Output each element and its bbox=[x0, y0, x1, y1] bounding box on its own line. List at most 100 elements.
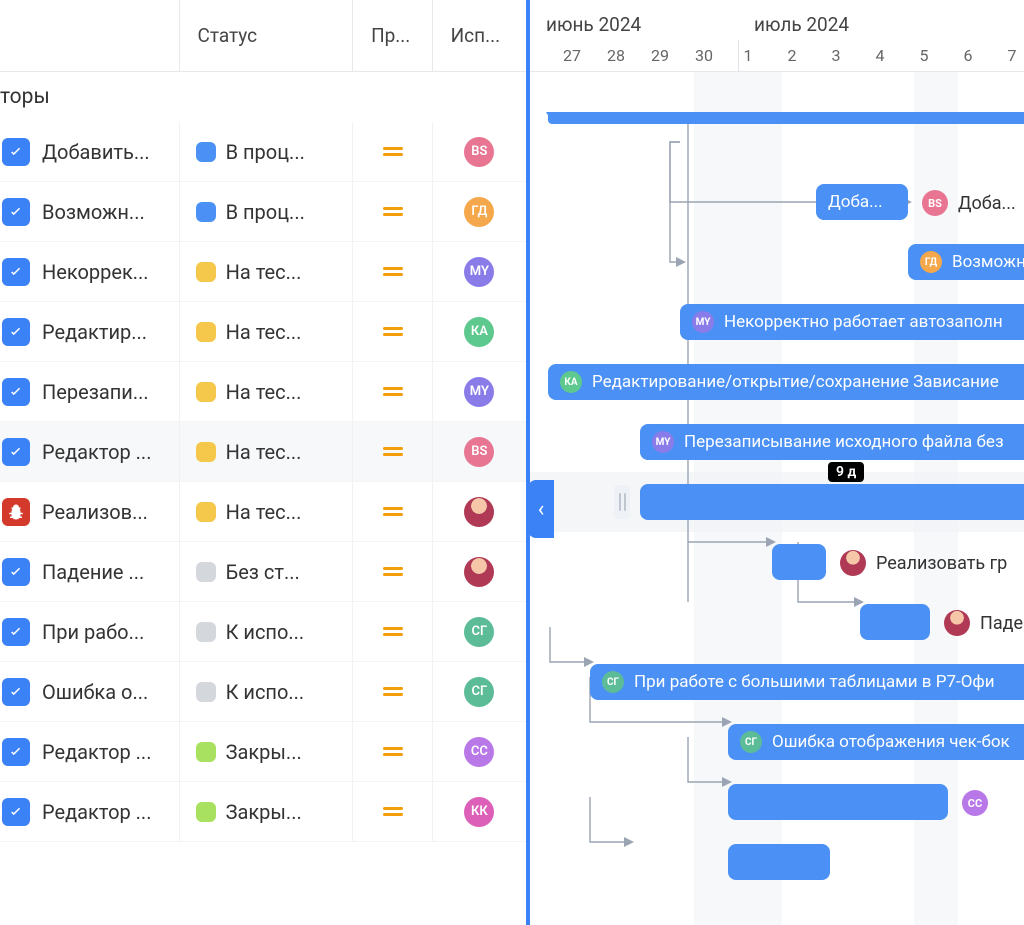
priority-cell[interactable] bbox=[352, 662, 431, 722]
status-cell[interactable]: Без ст... bbox=[179, 542, 353, 602]
gantt-bar[interactable] bbox=[640, 484, 1024, 520]
priority-cell[interactable] bbox=[352, 422, 431, 482]
day-cell[interactable]: 28 bbox=[594, 40, 638, 71]
gantt-bar[interactable]: MYНекорректно работает автозаполн bbox=[680, 304, 1024, 340]
name-cell[interactable]: Добавить... bbox=[0, 122, 179, 182]
day-cell[interactable]: 7 bbox=[990, 40, 1024, 71]
priority-cell[interactable] bbox=[352, 602, 431, 662]
status-cell[interactable]: К испо... bbox=[179, 602, 353, 662]
day-cell[interactable]: 5 bbox=[902, 40, 946, 71]
day-cell[interactable]: 4 bbox=[858, 40, 902, 71]
executor-cell[interactable]: MY bbox=[432, 362, 526, 422]
gantt-bar[interactable]: СГПри работе с большими таблицами в Р7-О… bbox=[590, 664, 1024, 700]
gantt-group-row bbox=[530, 72, 1024, 172]
priority-cell[interactable] bbox=[352, 722, 431, 782]
priority-cell[interactable] bbox=[352, 302, 431, 362]
priority-cell[interactable] bbox=[352, 242, 431, 302]
status-cell[interactable]: На тес... bbox=[179, 362, 353, 422]
executor-cell[interactable]: СГ bbox=[432, 602, 526, 662]
table-row[interactable]: Редактор ... Закры... СС bbox=[0, 722, 526, 782]
column-status[interactable]: Статус bbox=[179, 0, 353, 71]
status-cell[interactable]: Закры... bbox=[179, 782, 353, 842]
executor-cell[interactable]: КК bbox=[432, 782, 526, 842]
column-priority[interactable]: Пр... bbox=[352, 0, 432, 71]
gantt-bar[interactable] bbox=[860, 604, 930, 640]
name-cell[interactable]: Редактор ... bbox=[0, 722, 179, 782]
table-row[interactable]: Падение ...Без ст... bbox=[0, 542, 526, 602]
executor-cell[interactable]: MY bbox=[432, 242, 526, 302]
executor-cell[interactable] bbox=[432, 542, 526, 602]
gantt-bar[interactable] bbox=[772, 544, 826, 580]
avatar: BS bbox=[464, 437, 494, 467]
priority-cell[interactable] bbox=[352, 362, 431, 422]
gantt-bar[interactable]: Доба... bbox=[816, 184, 908, 220]
executor-cell[interactable] bbox=[432, 482, 526, 542]
name-cell[interactable]: Ошибка о... bbox=[0, 662, 179, 722]
priority-cell[interactable] bbox=[352, 122, 431, 182]
day-cell[interactable]: 29 bbox=[638, 40, 682, 71]
gantt-bar[interactable]: ГДВозможн bbox=[908, 244, 1024, 280]
status-cell[interactable]: На тес... bbox=[179, 242, 353, 302]
table-row[interactable]: Перезапи...На тес... MY bbox=[0, 362, 526, 422]
day-cell[interactable]: 1 bbox=[726, 40, 770, 71]
avatar: КА bbox=[464, 317, 494, 347]
collapse-panel-button[interactable]: ‹ bbox=[530, 480, 554, 538]
executor-cell[interactable]: СГ bbox=[432, 662, 526, 722]
priority-cell[interactable] bbox=[352, 542, 431, 602]
executor-cell[interactable]: ГД bbox=[432, 182, 526, 242]
table-row[interactable]: Редактир...На тес... КА bbox=[0, 302, 526, 362]
table-row[interactable]: Возможн...В проц... ГД bbox=[0, 182, 526, 242]
status-cell[interactable]: На тес... bbox=[179, 482, 353, 542]
column-executor[interactable]: Исп... bbox=[432, 0, 526, 71]
status-dot bbox=[196, 202, 216, 222]
bar-resize-handle[interactable] bbox=[614, 485, 630, 519]
name-cell[interactable]: Падение ... bbox=[0, 542, 179, 602]
name-cell[interactable]: Редактир... bbox=[0, 302, 179, 362]
avatar: BS bbox=[464, 137, 494, 167]
day-cell[interactable]: 6 bbox=[946, 40, 990, 71]
name-cell[interactable]: Возможн... bbox=[0, 182, 179, 242]
name-cell[interactable]: Реализов... bbox=[0, 482, 179, 542]
gantt-bar[interactable]: MYПерезаписывание исходного файла без bbox=[640, 424, 1024, 460]
status-cell[interactable]: Закры... bbox=[179, 722, 353, 782]
status-cell[interactable]: На тес... bbox=[179, 422, 353, 482]
group-row[interactable]: торы bbox=[0, 72, 526, 122]
day-cell[interactable]: 30 bbox=[682, 40, 726, 71]
name-cell[interactable]: Перезапи... bbox=[0, 362, 179, 422]
name-cell[interactable]: Редактор ... bbox=[0, 782, 179, 842]
gantt-bar[interactable]: СГОшибка отображения чек-бок bbox=[728, 724, 1024, 760]
executor-cell[interactable]: СС bbox=[432, 722, 526, 782]
table-row[interactable]: Редактор ...Закры... КК bbox=[0, 782, 526, 842]
table-row[interactable]: Ошибка о...К испо... СГ bbox=[0, 662, 526, 722]
table-row[interactable]: Некоррек...На тес... MY bbox=[0, 242, 526, 302]
name-cell[interactable]: Некоррек... bbox=[0, 242, 179, 302]
executor-cell[interactable]: BS bbox=[432, 122, 526, 182]
name-cell[interactable]: При рабо... bbox=[0, 602, 179, 662]
gantt-row: Доба... BSДоба... bbox=[530, 172, 1024, 232]
column-name[interactable] bbox=[0, 0, 179, 71]
name-cell[interactable]: Редактор ... bbox=[0, 422, 179, 482]
priority-cell[interactable] bbox=[352, 182, 431, 242]
group-summary-bar[interactable] bbox=[548, 112, 1024, 124]
table-row[interactable]: При рабо...К испо... СГ bbox=[0, 602, 526, 662]
day-cell[interactable]: 3 bbox=[814, 40, 858, 71]
status-cell[interactable]: На тес... bbox=[179, 302, 353, 362]
status-cell[interactable]: В проц... bbox=[179, 122, 353, 182]
status-cell[interactable]: К испо... bbox=[179, 662, 353, 722]
gantt-bar[interactable] bbox=[728, 784, 948, 820]
day-cell[interactable]: 27 bbox=[550, 40, 594, 71]
executor-cell[interactable]: BS bbox=[432, 422, 526, 482]
executor-cell[interactable]: КА bbox=[432, 302, 526, 362]
gantt-bar[interactable] bbox=[728, 844, 830, 880]
status-cell[interactable]: В проц... bbox=[179, 182, 353, 242]
gantt-bar-label: BSДоба... bbox=[922, 190, 1016, 216]
priority-cell[interactable] bbox=[352, 482, 431, 542]
table-row[interactable]: Редактор ...На тес... BS bbox=[0, 422, 526, 482]
gantt-bar[interactable]: КАРедактирование/открытие/сохранение Зав… bbox=[548, 364, 1024, 400]
avatar: СГ bbox=[464, 677, 494, 707]
priority-cell[interactable] bbox=[352, 782, 431, 842]
status-text: Закры... bbox=[226, 740, 302, 764]
day-cell[interactable]: 2 bbox=[770, 40, 814, 71]
table-row[interactable]: Реализов...На тес... bbox=[0, 482, 526, 542]
table-row[interactable]: Добавить...В проц... BS bbox=[0, 122, 526, 182]
